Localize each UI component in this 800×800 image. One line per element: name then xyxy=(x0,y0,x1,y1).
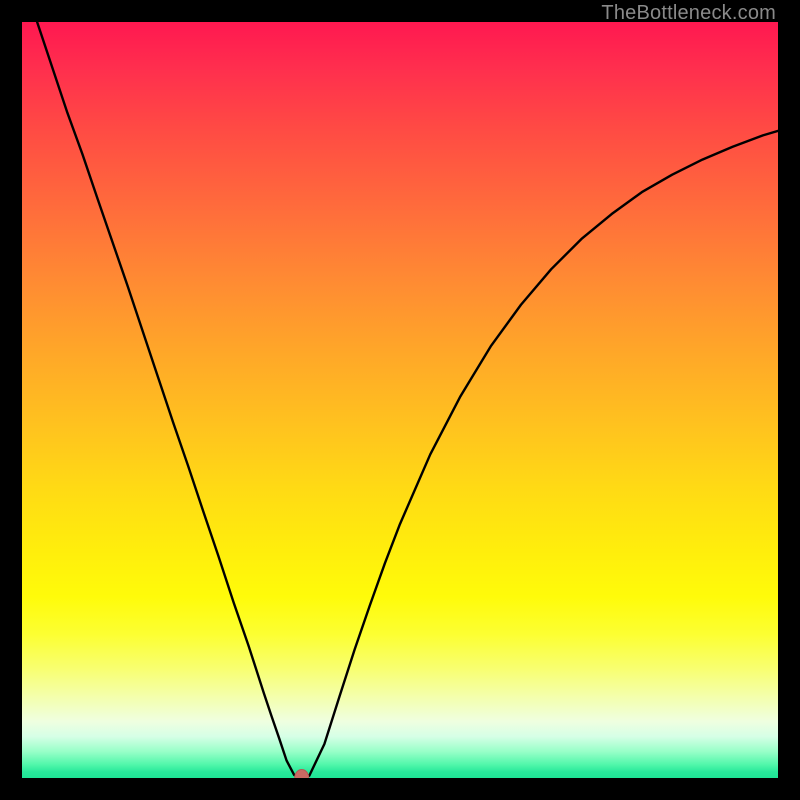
chart-container: TheBottleneck.com xyxy=(0,0,800,800)
curve-layer xyxy=(22,22,778,778)
bottleneck-curve xyxy=(37,22,778,778)
plot-area xyxy=(22,22,778,778)
optimal-marker-icon xyxy=(295,770,309,779)
